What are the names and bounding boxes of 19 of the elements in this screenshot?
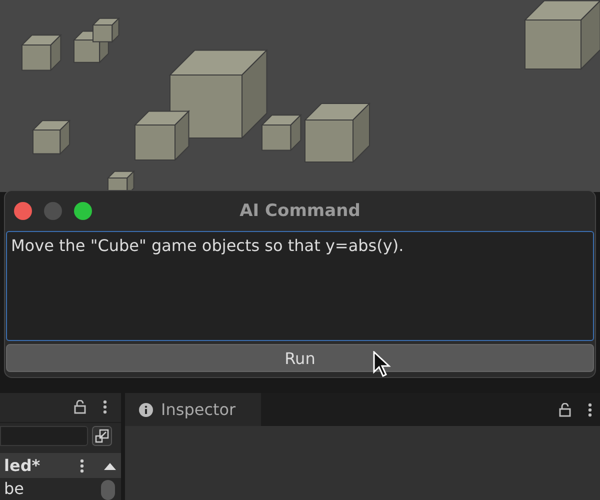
- scrollbar-thumb[interactable]: [101, 480, 115, 500]
- close-icon[interactable]: [14, 202, 32, 220]
- more-icon[interactable]: [80, 458, 84, 473]
- tab-label: Inspector: [161, 400, 236, 419]
- more-icon[interactable]: [588, 402, 592, 416]
- search-field[interactable]: [0, 426, 88, 446]
- run-button[interactable]: Run: [6, 344, 594, 372]
- resize-icon[interactable]: [92, 426, 112, 446]
- lock-icon[interactable]: [558, 402, 572, 416]
- scroll-up-icon[interactable]: [104, 462, 116, 470]
- lock-icon[interactable]: [73, 400, 87, 414]
- inspector-tab[interactable]: Inspector: [125, 393, 261, 426]
- hierarchy-item[interactable]: be: [0, 478, 101, 500]
- cursor-icon: [373, 351, 391, 377]
- command-field[interactable]: Move the "Cube" game objects so that y=abs(y).: [6, 231, 594, 341]
- more-icon[interactable]: [103, 400, 107, 414]
- window-title: AI Command: [240, 201, 360, 221]
- zoom-icon[interactable]: [74, 202, 92, 220]
- info-icon: [139, 402, 153, 416]
